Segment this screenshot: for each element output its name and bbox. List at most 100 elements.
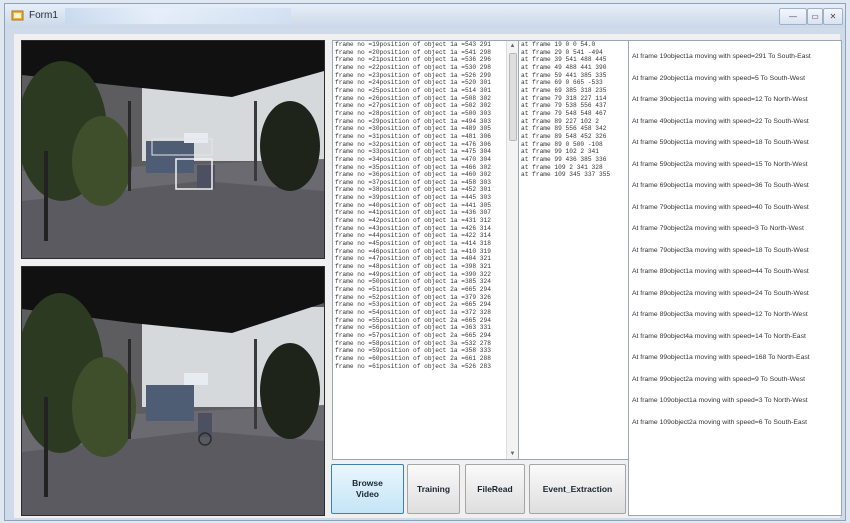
position-list-item[interactable]: frame no =43position of object 1a =426 3… [333,225,518,233]
object-positions-list[interactable]: frame no =19position of object 1a =543 2… [332,40,519,460]
minimize-button[interactable]: — [779,8,807,25]
event-list-item[interactable]: At frame 79object1a moving with speed=40… [629,197,841,219]
frame-list-item[interactable]: at frame 99 102 2 341 [519,148,628,156]
position-list-item[interactable]: frame no =37position of object 1a =458 3… [333,179,518,187]
scroll-down-arrow-icon[interactable]: ▼ [507,449,518,459]
file-read-button[interactable]: FileRead [465,464,525,514]
event-list-item[interactable]: At frame 79object3a moving with speed=18… [629,240,841,262]
position-list-item[interactable]: frame no =29position of object 1a =494 3… [333,118,518,126]
position-list-item[interactable]: frame no =26position of object 1a =508 3… [333,95,518,103]
event-list-item[interactable]: At frame 99object2a moving with speed=9 … [629,369,841,391]
position-list-item[interactable]: frame no =60position of object 2a =661 2… [333,355,518,363]
frame-list-item[interactable]: at frame 29 0 541 -494 [519,49,628,57]
frame-list-item[interactable]: at frame 59 441 385 335 [519,72,628,80]
position-list-item[interactable]: frame no =46position of object 1a =410 3… [333,248,518,256]
position-list-item[interactable]: frame no =20position of object 1a =541 2… [333,49,518,57]
frame-list-item[interactable]: at frame 89 0 500 -108 [519,141,628,149]
position-list-item[interactable]: frame no =59position of object 1a =358 3… [333,347,518,355]
frame-values-list[interactable]: at frame 19 0 0 54.0 at frame 29 0 541 -4… [518,40,629,460]
position-list-item[interactable]: frame no =39position of object 1a =445 3… [333,194,518,202]
position-list-item[interactable]: frame no =38position of object 1a =452 3… [333,186,518,194]
event-extraction-label: Event_Extraction [542,483,613,494]
position-list-item[interactable]: frame no =36position of object 1a =460 3… [333,171,518,179]
event-list-item[interactable]: At frame 59object1a moving with speed=18… [629,132,841,154]
position-list-item[interactable]: frame no =58position of object 3a =532 2… [333,340,518,348]
position-list-item[interactable]: frame no =23position of object 1a =526 2… [333,72,518,80]
event-list-item[interactable]: At frame 109object1a moving with speed=3… [629,390,841,412]
position-list-item[interactable]: frame no =53position of object 2a =665 2… [333,301,518,309]
position-list-item[interactable]: frame no =42position of object 1a =431 3… [333,217,518,225]
event-list-item[interactable]: At frame 49object1a moving with speed=22… [629,111,841,133]
position-list-item[interactable]: frame no =45position of object 1a =414 3… [333,240,518,248]
file-read-label: FileRead [477,483,513,494]
frame-list-item[interactable]: at frame 79 538 556 437 [519,102,628,110]
position-list-item[interactable]: frame no =35position of object 1a =466 3… [333,164,518,172]
position-list-item[interactable]: frame no =27position of object 1a =502 3… [333,102,518,110]
frame-list-item[interactable]: at frame 79 548 548 467 [519,110,628,118]
frame-list-item[interactable]: at frame 109 2 341 328 [519,164,628,172]
frame-list-item[interactable]: at frame 39 541 488 445 [519,56,628,64]
position-list-item[interactable]: frame no =21position of object 1a =536 2… [333,56,518,64]
position-list-item[interactable]: frame no =47position of object 1a =404 3… [333,255,518,263]
position-list-item[interactable]: frame no =24position of object 1a =520 3… [333,79,518,87]
training-label: Training [416,483,451,494]
frame-list-item[interactable]: at frame 49 488 441 390 [519,64,628,72]
event-list-item[interactable]: At frame 79object2a moving with speed=3 … [629,218,841,240]
event-list-item[interactable]: At frame 89object1a moving with speed=44… [629,261,841,283]
event-list-item[interactable]: At frame 39object1a moving with speed=12… [629,89,841,111]
close-button[interactable]: ✕ [823,8,843,25]
scroll-up-arrow-icon[interactable]: ▲ [507,41,518,51]
event-list-item[interactable]: At frame 89object4a moving with speed=14… [629,326,841,348]
window-title: Form1 [29,10,58,21]
position-list-item[interactable]: frame no =40position of object 1a =441 3… [333,202,518,210]
position-list-item[interactable]: frame no =28position of object 1a =500 3… [333,110,518,118]
position-list-item[interactable]: frame no =19position of object 1a =543 2… [333,41,518,49]
browse-video-button[interactable]: Browse Video [331,464,404,514]
position-list-item[interactable]: frame no =33position of object 1a =475 3… [333,148,518,156]
event-list-item[interactable]: At frame 89object3a moving with speed=12… [629,304,841,326]
event-list-item[interactable]: At frame 59object2a moving with speed=15… [629,154,841,176]
frame-list-item[interactable]: at frame 89 548 452 326 [519,133,628,141]
event-list-item[interactable]: At frame 29object1a moving with speed=5 … [629,68,841,90]
frame-list-item[interactable]: at frame 89 227 102 2 [519,118,628,126]
position-list-item[interactable]: frame no =41position of object 1a =436 3… [333,209,518,217]
position-list-item[interactable]: frame no =56position of object 1a =363 3… [333,324,518,332]
position-list-item[interactable]: frame no =48position of object 1a =398 3… [333,263,518,271]
position-list-item[interactable]: frame no =50position of object 1a =385 3… [333,278,518,286]
frame-list-item[interactable]: at frame 109 345 337 355 [519,171,628,179]
position-list-item[interactable]: frame no =61position of object 3a =526 2… [333,363,518,371]
event-list-item[interactable]: At frame 99object1a moving with speed=16… [629,347,841,369]
frame-list-item[interactable]: at frame 19 0 0 54.0 [519,41,628,49]
frame-list-item[interactable]: at frame 79 318 227 114 [519,95,628,103]
source-frame-image [22,267,324,515]
position-list-item[interactable]: frame no =25position of object 1a =514 3… [333,87,518,95]
position-list-item[interactable]: frame no =34position of object 1a =470 3… [333,156,518,164]
position-list-item[interactable]: frame no =32position of object 1a =476 3… [333,141,518,149]
positions-scrollbar[interactable]: ▲ ▼ [506,41,518,459]
detection-view [21,40,325,259]
frame-list-item[interactable]: at frame 99 436 385 336 [519,156,628,164]
position-list-item[interactable]: frame no =52position of object 1a =379 3… [333,294,518,302]
frame-list-item[interactable]: at frame 69 0 665 -533 [519,79,628,87]
position-list-item[interactable]: frame no =49position of object 1a =390 3… [333,271,518,279]
frame-list-item[interactable]: at frame 89 556 458 342 [519,125,628,133]
event-list-item[interactable]: At frame 109object2a moving with speed=6… [629,412,841,434]
position-list-item[interactable]: frame no =31position of object 1a =481 3… [333,133,518,141]
frame-list-item[interactable]: at frame 69 385 318 235 [519,87,628,95]
position-list-item[interactable]: frame no =55position of object 2a =665 2… [333,317,518,325]
position-list-item[interactable]: frame no =51position of object 2a =665 2… [333,286,518,294]
event-list-item[interactable]: At frame 69object1a moving with speed=36… [629,175,841,197]
maximize-button[interactable]: ▭ [807,8,823,25]
position-list-item[interactable]: frame no =22position of object 1a =530 2… [333,64,518,72]
position-list-item[interactable]: frame no =30position of object 1a =489 3… [333,125,518,133]
event-extraction-button[interactable]: Event_Extraction [529,464,626,514]
position-list-item[interactable]: frame no =44position of object 1a =422 3… [333,232,518,240]
scrollbar-thumb[interactable] [509,53,517,141]
title-bar[interactable]: Form1 — ▭ ✕ [5,4,845,28]
position-list-item[interactable]: frame no =57position of object 2a =665 2… [333,332,518,340]
event-list-item[interactable]: At frame 19object1a moving with speed=29… [629,46,841,68]
training-button[interactable]: Training [407,464,460,514]
event-list-item[interactable]: At frame 89object2a moving with speed=24… [629,283,841,305]
events-list[interactable]: At frame 19object1a moving with speed=29… [628,40,842,516]
position-list-item[interactable]: frame no =54position of object 1a =372 3… [333,309,518,317]
